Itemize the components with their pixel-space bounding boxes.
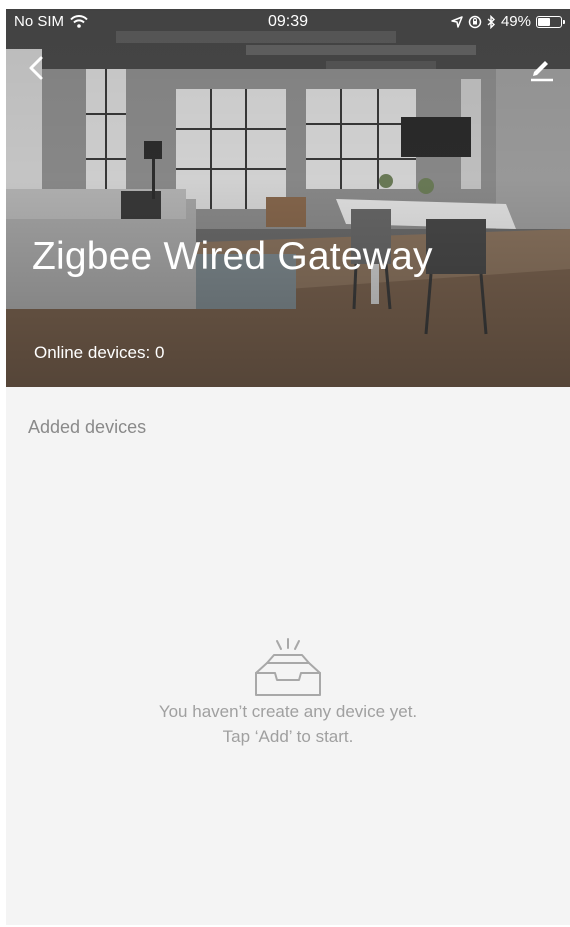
edit-button[interactable] [526, 53, 556, 83]
gateway-title: Zigbee Wired Gateway [32, 235, 433, 278]
location-icon [451, 15, 463, 28]
battery-level [538, 17, 550, 26]
empty-message-line2: Tap ‘Add’ to start. [222, 727, 354, 746]
online-devices-count: 0 [154, 343, 165, 362]
added-devices-label: Added devices [28, 417, 147, 437]
status-bar: No SIM 09:39 49% [6, 9, 570, 37]
chevron-left-icon [29, 56, 43, 80]
battery-percent: 49% [500, 13, 531, 30]
bluetooth-icon [487, 14, 495, 29]
hero-banner: No SIM 09:39 49% Zigbee Wired Gateway On… [6, 9, 570, 387]
hero-overlay [6, 9, 570, 387]
pencil-icon [531, 61, 553, 82]
online-devices-row: Online devices: 0 [34, 343, 164, 363]
online-devices-label: Online devices: [34, 343, 151, 362]
battery-icon [536, 15, 565, 28]
orientation-lock-icon [468, 15, 482, 28]
back-button[interactable] [22, 53, 52, 83]
empty-state: You haven’t create any device yet. Tap ‘… [6, 637, 570, 749]
empty-message-line1: You haven’t create any device yet. [158, 702, 418, 721]
gateway-screen: No SIM 09:39 49% Zigbee Wired Gateway On… [6, 9, 570, 925]
empty-inbox-icon [255, 638, 321, 696]
